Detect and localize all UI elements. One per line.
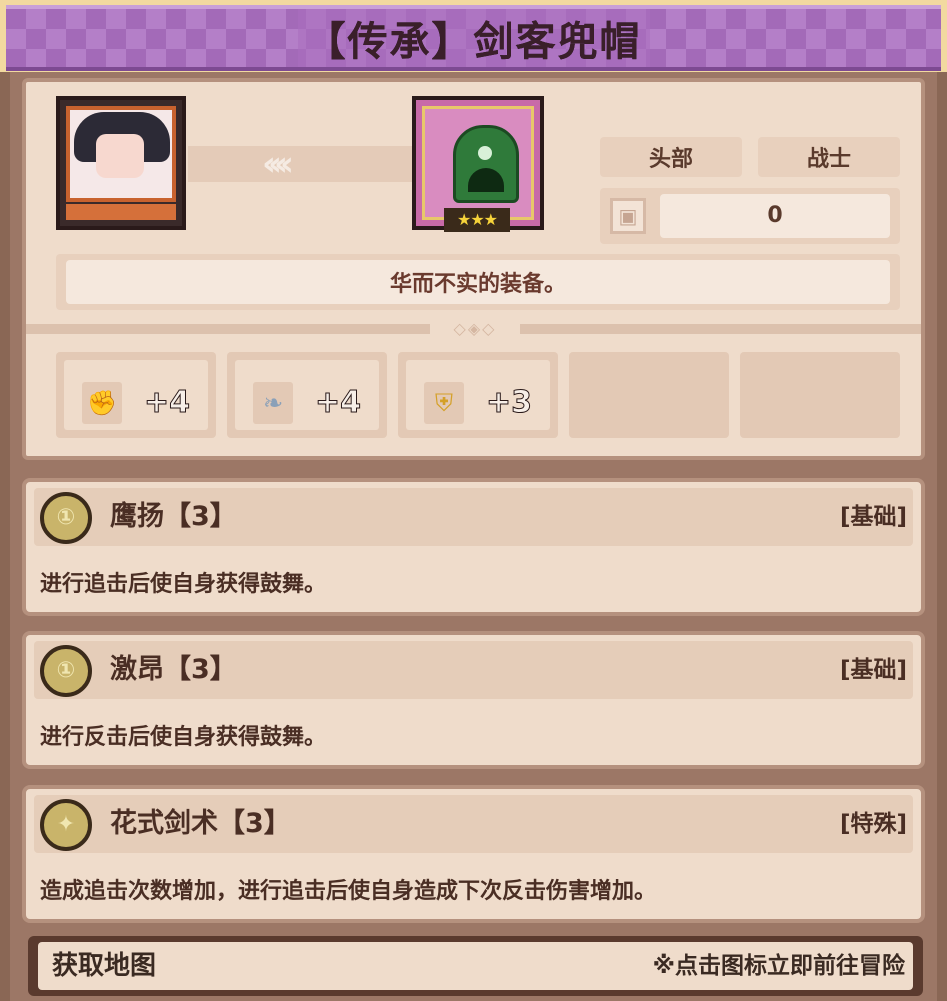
map-source-hint: ※点击图标立即前往冒险 <box>652 953 905 979</box>
stat-slot-speed: ❧ +4 <box>227 352 387 438</box>
enhance-icon: ▣ <box>610 198 646 234</box>
character-portrait[interactable] <box>56 96 186 230</box>
stat-slot-attack: ✊ +4 <box>56 352 216 438</box>
hood-icon <box>453 125 519 203</box>
skill-type: [特殊] <box>839 811 907 837</box>
portrait-face <box>96 134 144 178</box>
map-source-inner: 获取地图 ※点击图标立即前往冒险 <box>38 942 913 990</box>
skill-header: ① 鹰扬【3】 [基础] <box>34 488 913 546</box>
hood-face <box>468 168 504 192</box>
skill-card: ① 鹰扬【3】 [基础] 进行追击后使自身获得鼓舞。 <box>22 478 925 616</box>
stat-slot-inner: ❧ +4 <box>235 360 379 430</box>
hood-gem <box>478 146 492 160</box>
skill-card: ① 激昂【3】 [基础] 进行反击后使自身获得鼓舞。 <box>22 631 925 769</box>
stat-value-speed: +4 <box>314 385 362 421</box>
skill-card: ✦ 花式剑术【3】 [特殊] 造成追击次数增加，进行追击后使自身造成下次反击伤害… <box>22 785 925 923</box>
skill-type: [基础] <box>839 657 907 683</box>
skill-description: 进行追击后使自身获得鼓舞。 <box>40 572 327 597</box>
skill-header: ① 激昂【3】 [基础] <box>34 641 913 699</box>
stat-value-defense: +3 <box>485 385 533 421</box>
coin-badge-icon: ✦ <box>40 799 92 851</box>
stat-slot-inner: ⛨ +3 <box>406 360 550 430</box>
stat-slot-empty <box>740 352 900 438</box>
equipment-icon-frame <box>422 106 534 220</box>
title-banner: 【传承】剑客兜帽 <box>0 0 947 72</box>
skill-name: 花式剑术【3】 <box>110 808 291 839</box>
page-title: 【传承】剑客兜帽 <box>297 9 650 67</box>
star-rating: ★★★ <box>444 208 510 232</box>
divider-ornament-icon: ◇◈◇ <box>430 318 520 340</box>
shield-icon: ⛨ <box>424 382 464 424</box>
enhance-level-value: 0 <box>660 194 890 238</box>
equipment-description: 华而不实的装备。 <box>66 260 890 304</box>
equip-class-tag: 战士 <box>758 137 900 177</box>
coin-badge-icon: ① <box>40 492 92 544</box>
skill-description: 进行反击后使自身获得鼓舞。 <box>40 725 327 750</box>
skill-description: 造成追击次数增加，进行追击后使自身造成下次反击伤害增加。 <box>40 879 657 904</box>
enhance-level-row: ▣ 0 <box>600 188 900 244</box>
stat-slot-defense: ⛨ +3 <box>398 352 558 438</box>
equip-slot-tag: 头部 <box>600 137 742 177</box>
transfer-arrows-icon: ‹‹‹‹ <box>262 144 294 184</box>
skill-name: 鹰扬【3】 <box>110 501 237 532</box>
coin-badge-icon: ① <box>40 645 92 697</box>
portrait-base <box>66 204 176 220</box>
fist-icon: ✊ <box>82 382 122 424</box>
title-banner-bg: 【传承】剑客兜帽 <box>6 5 941 71</box>
stat-slot-empty <box>569 352 729 438</box>
skill-header: ✦ 花式剑术【3】 [特殊] <box>34 795 913 853</box>
portrait-frame <box>66 106 176 202</box>
feather-icon: ❧ <box>253 382 293 424</box>
stat-value-attack: +4 <box>143 385 191 421</box>
map-source-bar[interactable]: 获取地图 ※点击图标立即前往冒险 <box>28 936 923 996</box>
equipment-description-bar: 华而不实的装备。 <box>56 254 900 310</box>
stat-slot-inner: ✊ +4 <box>64 360 208 430</box>
skill-name: 激昂【3】 <box>110 654 237 685</box>
skill-type: [基础] <box>839 504 907 530</box>
map-source-title: 获取地图 <box>52 951 157 981</box>
